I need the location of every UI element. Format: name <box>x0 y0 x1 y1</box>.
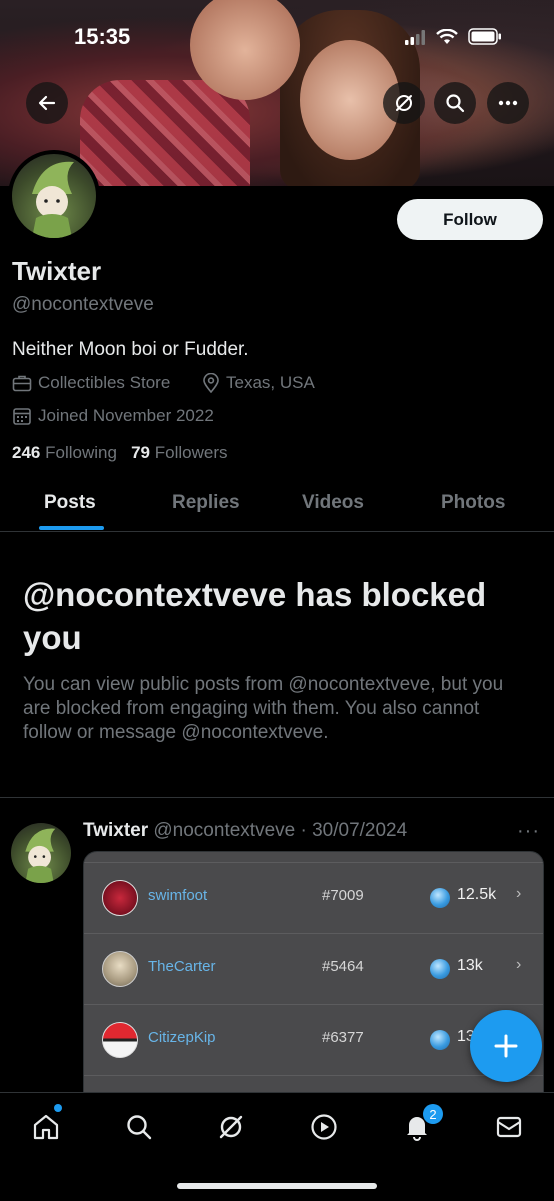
profile-avatar[interactable] <box>8 150 100 242</box>
post-more-button[interactable]: ··· <box>517 820 540 843</box>
compose-post-button[interactable] <box>470 1010 542 1082</box>
nav-home[interactable] <box>26 1107 66 1147</box>
user-avatar-icon <box>102 951 138 987</box>
profile-name: Twixter <box>12 256 102 286</box>
row-amount: 12.5k <box>457 886 497 903</box>
active-tab-indicator <box>39 526 104 530</box>
following-label: Following <box>45 443 117 462</box>
nav-messages[interactable] <box>489 1107 529 1147</box>
location-label: Texas, USA <box>226 373 315 392</box>
tab-videos[interactable]: Videos <box>302 492 364 514</box>
mail-icon <box>496 1116 522 1138</box>
following-count: 246 <box>12 443 41 462</box>
tab-posts[interactable]: Posts <box>44 492 96 514</box>
list-item: TheCarter #5464 13k › <box>84 933 543 1004</box>
blocked-description: You can view public posts from @nocontex… <box>23 674 504 743</box>
profile-category: Collectibles Store <box>12 373 170 393</box>
row-username: swimfoot <box>148 887 208 904</box>
follow-button[interactable]: Follow <box>397 199 543 240</box>
grok-icon <box>396 95 412 111</box>
pokeball-icon <box>102 1022 138 1058</box>
nav-grok[interactable] <box>211 1107 251 1147</box>
briefcase-icon <box>12 375 32 392</box>
search-icon <box>127 1115 152 1140</box>
profile-bio: Neither Moon boi or Fudder. <box>12 339 249 360</box>
search-profile-button[interactable] <box>434 82 476 124</box>
elf-plush-image <box>25 828 56 883</box>
coin-icon <box>430 888 450 908</box>
joined-label: Joined November 2022 <box>38 406 214 425</box>
video-icon <box>311 1114 337 1140</box>
cardinal-logo-icon <box>102 880 138 916</box>
row-amount: 13k <box>457 957 483 974</box>
profile-joined: Joined November 2022 <box>12 406 214 426</box>
notifications-badge: 2 <box>423 1104 443 1124</box>
blocked-title: @nocontextveve has blocked you <box>23 576 487 656</box>
more-horizontal-icon <box>498 100 518 106</box>
coin-icon <box>430 1030 450 1050</box>
elf-plush-image <box>32 161 74 238</box>
tab-replies[interactable]: Replies <box>172 492 240 514</box>
status-time: 15:35 <box>74 24 131 49</box>
post-meta: @nocontextveve · 30/07/2024 <box>153 820 408 841</box>
followers-link[interactable]: 79 Followers <box>131 443 227 462</box>
more-options-button[interactable] <box>487 82 529 124</box>
nav-search[interactable] <box>119 1107 159 1147</box>
profile-tabs: Posts Replies Videos Photos <box>0 478 554 532</box>
followers-count: 79 <box>131 443 151 462</box>
coin-icon <box>430 959 450 979</box>
post-header: Twixter @nocontextveve · 30/07/2024 <box>83 820 407 842</box>
post-image[interactable]: swimfoot #7009 12.5k › TheCarter #5464 1… <box>83 851 544 1113</box>
row-rank: #5464 <box>322 958 364 975</box>
status-icons <box>404 28 502 45</box>
section-divider <box>0 797 554 798</box>
arrow-left-icon <box>38 95 56 111</box>
list-item: swimfoot #7009 12.5k › <box>84 862 543 933</box>
status-bar: 15:35 <box>0 22 554 56</box>
grok-icon <box>219 1115 243 1139</box>
following-link[interactable]: 246 Following <box>12 443 117 462</box>
tab-photos[interactable]: Photos <box>441 492 505 514</box>
wifi-icon <box>436 28 458 44</box>
plus-icon <box>494 1034 518 1058</box>
row-username: TheCarter <box>148 958 216 975</box>
profile-location: Texas, USA <box>202 373 315 393</box>
nav-video[interactable] <box>304 1107 344 1147</box>
followers-label: Followers <box>154 443 228 462</box>
post-author[interactable]: Twixter <box>83 820 148 841</box>
signal-icon <box>405 29 425 45</box>
grok-button[interactable] <box>383 82 425 124</box>
search-icon <box>446 94 465 113</box>
home-indicator <box>177 1183 377 1189</box>
back-button[interactable] <box>26 82 68 124</box>
row-username: CitizepKip <box>148 1029 216 1046</box>
calendar-icon <box>13 408 31 425</box>
chevron-right-icon: › <box>516 885 522 902</box>
chevron-right-icon: › <box>516 956 522 973</box>
row-rank: #6377 <box>322 1029 364 1046</box>
category-label: Collectibles Store <box>38 373 171 392</box>
home-icon <box>33 1114 59 1140</box>
post-avatar[interactable] <box>11 823 71 883</box>
avatar-image <box>12 154 96 238</box>
battery-icon <box>468 28 501 45</box>
row-rank: #7009 <box>322 887 364 904</box>
location-pin-icon <box>203 373 219 393</box>
profile-handle: @nocontextveve <box>12 294 154 315</box>
follow-stats: 246 Following 79 Followers <box>12 443 228 463</box>
home-unread-dot <box>54 1104 62 1112</box>
